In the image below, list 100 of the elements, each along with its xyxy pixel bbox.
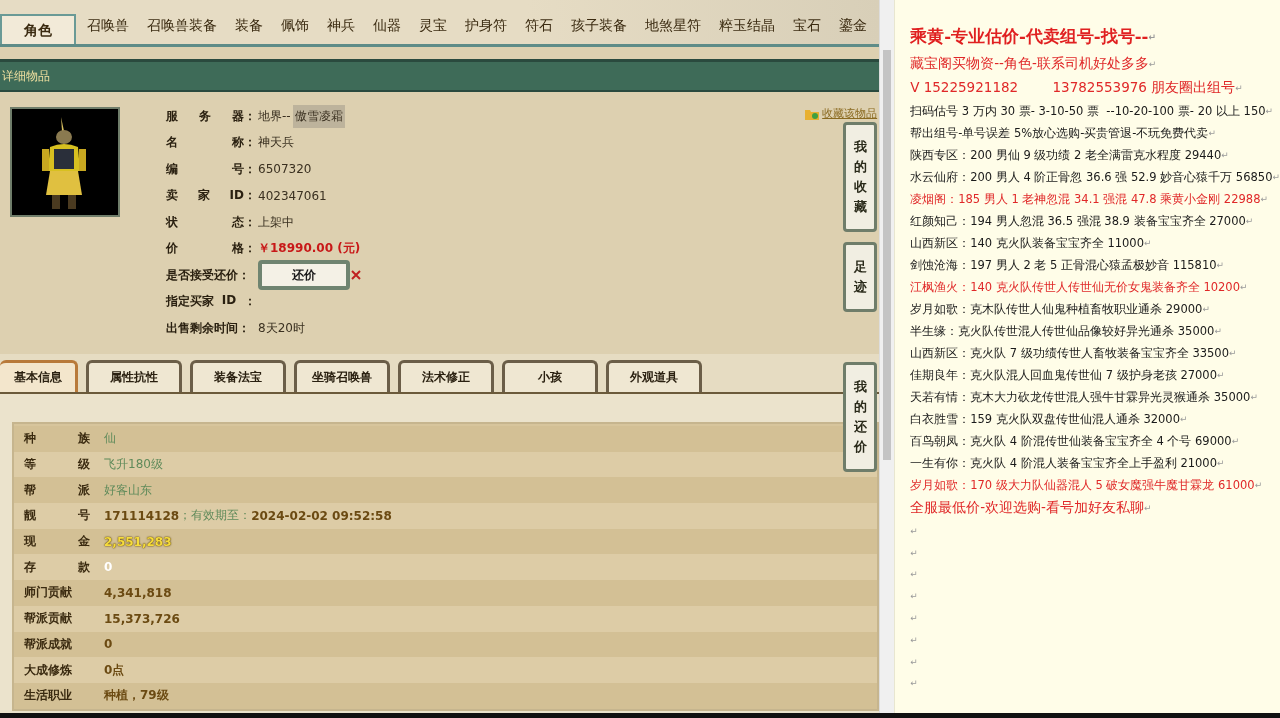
field-label: 状 态：	[166, 213, 256, 231]
paragraph-mark: ↵	[1217, 370, 1225, 380]
row-label: 种 族	[24, 430, 90, 448]
note-line: 佳期良年：克火队混人回血鬼传世仙 7 级护身老孩 27000	[910, 367, 1217, 383]
paragraph-mark: ↵	[910, 634, 918, 645]
info-tab[interactable]: 基本信息	[0, 360, 78, 392]
paragraph-mark: ↵	[1214, 326, 1222, 336]
note-line: 天若有情：克木大力砍龙传世混人强牛甘霖异光灵猴通杀 35000	[910, 389, 1251, 405]
row-label: 帮派成就	[24, 635, 73, 653]
category-tab[interactable]: 地煞星符	[636, 17, 710, 44]
paragraph-mark: ↵	[1148, 59, 1157, 69]
counter-offer-button[interactable]: 还价	[258, 260, 350, 291]
paragraph-mark: ↵	[910, 656, 918, 667]
category-tab[interactable]: 角色	[0, 14, 76, 44]
paragraph-mark: ↵	[1221, 150, 1229, 160]
paragraph-mark: ↵	[910, 569, 918, 580]
note-line: 百鸟朝凤：克火队 4 阶混传世仙装备宝宝齐全 4 个号 69000	[910, 433, 1232, 449]
paragraph-mark: ↵	[1250, 392, 1258, 402]
info-tab[interactable]: 属性抗性	[86, 360, 182, 392]
field-label: 是否接受还价：	[166, 266, 251, 284]
note-line: 凌烟阁：185 男人 1 老神忽混 34.1 强混 47.8 乘黄小金刚 22988	[910, 191, 1261, 207]
paragraph-mark: ↵	[1216, 260, 1225, 270]
row-value: 好客山东	[104, 481, 152, 499]
category-tab[interactable]: 召唤兽装备	[138, 17, 226, 44]
category-tab[interactable]: 粹玉结晶	[710, 17, 784, 44]
note-line: 水云仙府：200 男人 4 阶正骨忽 36.6 强 52.9 妙音心猿千万 56850	[910, 169, 1273, 185]
paragraph-mark: ↵	[910, 547, 918, 558]
paragraph-mark: ↵	[1202, 304, 1210, 314]
paragraph-mark: ↵	[1240, 282, 1248, 292]
side-button[interactable]: 我的收藏	[843, 122, 878, 232]
note-line: 藏宝阁买物资--角色-联系司机好处多多	[910, 55, 1149, 73]
scrollbar[interactable]	[879, 0, 895, 713]
row-label: 现 金	[24, 533, 90, 551]
close-icon[interactable]	[351, 270, 361, 281]
info-tab[interactable]: 法术修正	[398, 360, 494, 392]
category-tab[interactable]: 佩饰	[272, 17, 318, 44]
field-value: 傲雪凌霜	[292, 104, 345, 128]
row-value: 仙	[104, 430, 116, 448]
paragraph-mark: ↵	[1231, 436, 1240, 446]
row-label: 生活职业	[24, 687, 73, 705]
paragraph-mark: ↵	[1272, 172, 1280, 182]
paragraph-mark: ↵	[1245, 216, 1254, 226]
row-label: 大成修炼	[24, 661, 73, 679]
paragraph-mark: ↵	[1217, 458, 1225, 468]
info-tab[interactable]: 外观道具	[606, 360, 702, 392]
field-label: 编 号：	[166, 160, 256, 178]
category-tab[interactable]: 仙器	[364, 17, 410, 44]
paragraph-mark: ↵	[1144, 238, 1152, 248]
paragraph-mark: ↵	[910, 613, 918, 624]
row-value: 种植，79级	[104, 687, 169, 705]
category-tab[interactable]: 鎏金	[830, 17, 876, 44]
info-tab[interactable]: 小孩	[502, 360, 598, 392]
note-line: 剑蚀沧海：197 男人 2 老 5 正骨混心猿孟极妙音 115810	[910, 257, 1217, 273]
note-line: 山西新区：140 克火队装备宝宝齐全 11000	[910, 235, 1144, 251]
side-button[interactable]: 足迹	[843, 242, 878, 312]
side-button[interactable]: 我的还价	[843, 362, 878, 472]
row-value: 2,551,283	[104, 534, 172, 549]
category-tab[interactable]: 孩子装备	[562, 17, 636, 44]
category-tab[interactable]: 装备	[226, 17, 272, 44]
field-label: 服 务 器：	[166, 107, 256, 125]
row-label: 帮 派	[24, 481, 90, 499]
row-value: 15,373,726	[104, 611, 180, 626]
category-tab[interactable]: 符石	[516, 17, 562, 44]
row-label: 师门贡献	[24, 584, 73, 602]
note-line: 扫码估号 3 万内 30 票- 3-10-50 票 --10-20-100 票- 20 以上 150	[910, 103, 1266, 119]
paragraph-mark: ↵	[1229, 348, 1237, 358]
category-tab[interactable]: 灵宝	[410, 17, 456, 44]
note-line: V 15225921182 13782553976 朋友圈出组号	[910, 79, 1236, 97]
section-title: 详细物品	[1, 67, 50, 85]
field-value: 上架中	[258, 213, 294, 231]
category-tab[interactable]: 神兵	[318, 17, 364, 44]
paragraph-mark: ↵	[910, 591, 918, 602]
note-line: 岁月如歌：170 级大力队仙器混人 5 破女魔强牛魔甘霖龙 61000	[910, 477, 1255, 493]
folder-icon	[805, 107, 820, 120]
row-value: 飞升180级	[104, 456, 163, 474]
info-tab[interactable]: 坐骑召唤兽	[294, 360, 390, 392]
category-tab[interactable]: 护身符	[456, 17, 516, 44]
info-tab[interactable]: 装备法宝	[190, 360, 286, 392]
note-line: 帮出组号-单号误差 5%放心选购-买贵管退-不玩免费代卖	[910, 125, 1209, 141]
field-value: ￥18990.00 (元)	[258, 240, 361, 258]
paragraph-mark: ↵	[1260, 194, 1268, 204]
note-line: 陕西专区：200 男仙 9 级功绩 2 老全满雷克水程度 29440	[910, 147, 1222, 163]
note-line: 红颜知己：194 男人忽混 36.5 强混 38.9 装备宝宝齐全 27000	[910, 213, 1246, 229]
row-label: 等 级	[24, 456, 90, 474]
paragraph-mark: ↵	[910, 525, 918, 536]
field-label: 出售剩余时间：	[166, 319, 251, 337]
category-tab[interactable]: 宝石	[784, 17, 830, 44]
note-line: 一生有你：克火队 4 阶混人装备宝宝齐全上手盈利 21000	[910, 455, 1217, 471]
row-label: 靓 号	[24, 507, 90, 525]
category-tab[interactable]: 召唤兽	[78, 17, 138, 44]
row-label: 帮派贡献	[24, 610, 73, 628]
paragraph-mark: ↵	[1235, 83, 1243, 93]
row-value: 4,341,818	[104, 585, 172, 600]
row-value: 0点	[104, 661, 125, 679]
row-value: 0	[104, 637, 113, 652]
paragraph-mark: ↵	[1265, 106, 1274, 116]
note-line: 江枫渔火：140 克火队传世人传世仙无价女鬼装备齐全 10200	[910, 279, 1240, 295]
paragraph-mark: ↵	[1254, 480, 1263, 490]
field-label: 名 称：	[166, 134, 256, 152]
favorite-link[interactable]: 收藏该物品	[822, 106, 878, 121]
